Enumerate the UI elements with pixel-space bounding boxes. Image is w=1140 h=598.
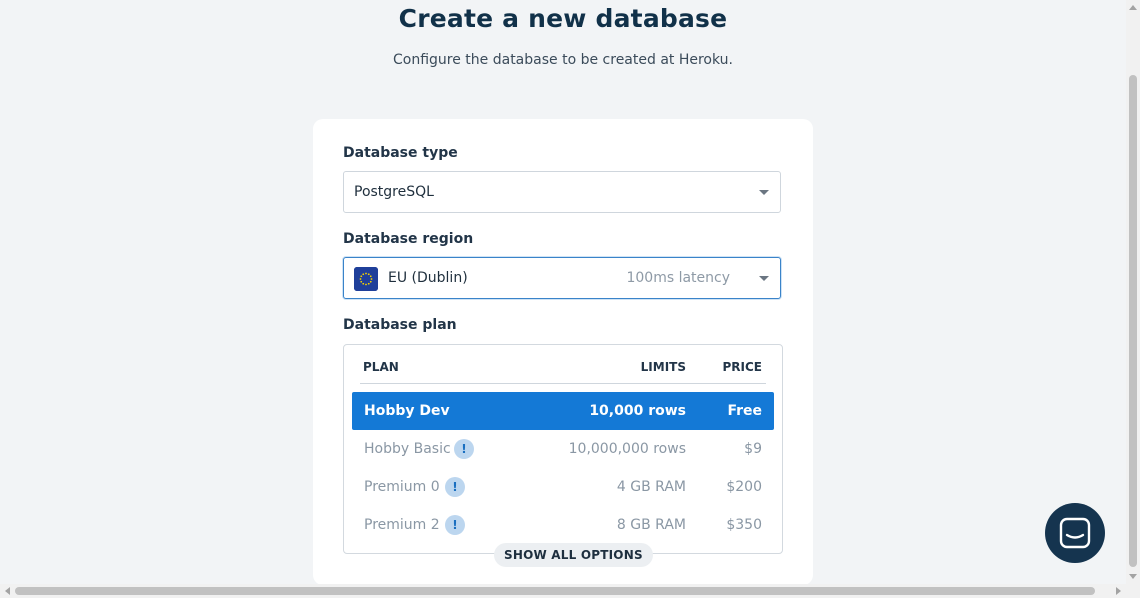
- vertical-scrollbar[interactable]: [1126, 0, 1140, 584]
- caret-down-icon: [759, 276, 769, 281]
- plan-row-hobby-basic[interactable]: Hobby Basic ! 10,000,000 rows $9: [352, 430, 774, 468]
- database-type-select[interactable]: PostgreSQL: [343, 171, 781, 213]
- plan-price: Free: [727, 403, 762, 419]
- region-latency: 100ms latency: [626, 270, 730, 286]
- plan-price: $350: [726, 517, 762, 533]
- plan-row-premium-0[interactable]: Premium 0 ! 4 GB RAM $200: [352, 468, 774, 506]
- database-region-select[interactable]: EU (Dublin) 100ms latency: [343, 257, 781, 299]
- database-plan-label: Database plan: [343, 317, 457, 333]
- chat-icon: [1059, 517, 1091, 549]
- vertical-scrollbar-thumb[interactable]: [1129, 75, 1137, 567]
- database-region-value: EU (Dublin): [388, 270, 468, 286]
- database-type-label: Database type: [343, 145, 458, 161]
- plan-price: $200: [726, 479, 762, 495]
- scroll-left-arrow-icon[interactable]: [5, 587, 10, 595]
- eu-flag-icon: [354, 267, 378, 291]
- database-type-value: PostgreSQL: [354, 184, 434, 200]
- info-icon[interactable]: !: [445, 515, 465, 535]
- info-icon[interactable]: !: [445, 477, 465, 497]
- plan-table-header: PLAN LIMITS PRICE: [360, 345, 766, 384]
- plan-limit: 10,000 rows: [589, 403, 686, 419]
- scroll-right-arrow-icon[interactable]: [1116, 587, 1121, 595]
- plan-limit: 8 GB RAM: [616, 517, 686, 533]
- scroll-down-arrow-icon[interactable]: [1129, 574, 1137, 579]
- page-title: Create a new database: [398, 4, 728, 33]
- plan-name: Premium 2: [364, 517, 440, 533]
- info-icon[interactable]: !: [454, 439, 474, 459]
- plan-limit: 10,000,000 rows: [568, 441, 686, 457]
- create-database-card: Database type PostgreSQL Database region: [313, 119, 813, 585]
- show-all-options-button[interactable]: SHOW ALL OPTIONS: [494, 543, 653, 567]
- plan-name: Premium 0: [364, 479, 440, 495]
- plan-name: Hobby Basic: [364, 441, 451, 457]
- database-region-label: Database region: [343, 231, 474, 247]
- caret-down-icon: [759, 190, 769, 195]
- column-plan: PLAN: [363, 360, 399, 374]
- database-plan-table: PLAN LIMITS PRICE Hobby Dev 10,000 rows …: [343, 344, 783, 554]
- plan-price: $9: [744, 441, 762, 457]
- horizontal-scrollbar-thumb[interactable]: [15, 587, 1095, 595]
- column-price: PRICE: [722, 360, 762, 374]
- page-subtitle: Configure the database to be created at …: [393, 52, 733, 68]
- plan-row-hobby-dev[interactable]: Hobby Dev 10,000 rows Free: [352, 392, 774, 430]
- plan-limit: 4 GB RAM: [616, 479, 686, 495]
- scroll-up-arrow-icon[interactable]: [1129, 5, 1137, 10]
- horizontal-scrollbar[interactable]: [0, 584, 1140, 598]
- plan-row-premium-2[interactable]: Premium 2 ! 8 GB RAM $350: [352, 506, 774, 544]
- chat-button[interactable]: [1045, 503, 1105, 563]
- plan-name: Hobby Dev: [364, 403, 450, 419]
- column-limits: LIMITS: [640, 360, 686, 374]
